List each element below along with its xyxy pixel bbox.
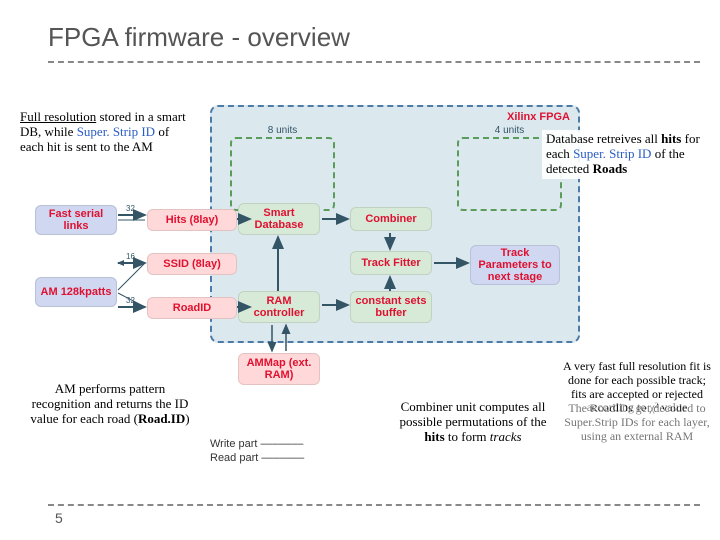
page-number: 5	[55, 510, 63, 526]
node-fast-links: Fast serial links	[35, 205, 117, 235]
node-ssid: SSID (8lay)	[147, 253, 237, 275]
node-am: AM 128kpatts	[35, 277, 117, 307]
note-combiner: Combiner unit computes all possible perm…	[388, 398, 558, 447]
bus-width-c: 32	[126, 296, 135, 305]
note-database-retrieves: Database retreives all hits for each Sup…	[542, 130, 704, 179]
node-track-output: Track Parameters to next stage	[470, 245, 560, 285]
node-combiner: Combiner	[350, 207, 432, 231]
write-part-label: Write part –––––––	[210, 438, 303, 450]
node-smart-database: Smart Database	[238, 203, 320, 235]
node-const-buffer: constant sets buffer	[350, 291, 432, 323]
note-full-resolution: Full resolution stored in a smart DB, wh…	[16, 108, 196, 157]
node-hits: Hits (8lay)	[147, 209, 237, 231]
unit-group-8-label: 8 units	[232, 125, 333, 136]
note-am-performs: AM performs pattern recognition and retu…	[24, 380, 196, 429]
read-part-label: Read part –––––––	[210, 452, 304, 464]
node-track-fitter: Track Fitter	[350, 251, 432, 275]
title-divider	[48, 61, 700, 63]
footer-divider	[48, 504, 700, 506]
node-roadid: RoadID	[147, 297, 237, 319]
bus-width-a: 32	[126, 204, 135, 213]
bus-width-b: 16	[126, 252, 135, 261]
node-ammap: AMMap (ext. RAM)	[238, 353, 320, 385]
note-roadids-decode: The RoadIDs get decoded to Super.Strip I…	[558, 400, 716, 445]
node-ram-controller: RAM controller	[238, 291, 320, 323]
fpga-region-title: Xilinx FPGA	[507, 111, 570, 123]
page-title: FPGA firmware - overview	[0, 0, 720, 61]
unit-group-8: 8 units	[230, 137, 335, 211]
